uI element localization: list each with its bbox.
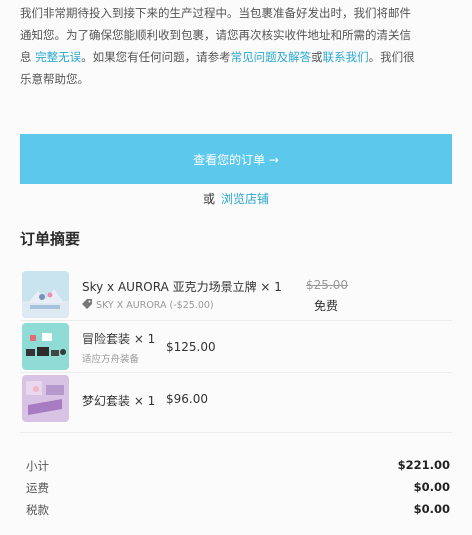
discount-code: SKY X AURORA (-$25.00) [96, 300, 214, 311]
subtotal-value: $221.00 [397, 458, 450, 472]
discount-tag: SKY X AURORA (-$25.00) [82, 299, 214, 311]
shipping-row: 运费 $0.00 [26, 480, 452, 500]
subtotal-row: 小计 $221.00 [26, 458, 452, 478]
intro-line: 通知您。为了确保您能顺利收到包裹，请您再次核实收件地址和所需的清关信 [20, 28, 411, 42]
faq-link[interactable]: 常见问题及解答 [231, 50, 312, 64]
order-item: 梦幻套装 × 1 $96.00 [20, 372, 452, 424]
item-name: 梦幻套装 × 1 [82, 394, 156, 408]
intro-text: 。我们很 [368, 50, 415, 64]
item-original-price: $25.00 [306, 278, 348, 292]
intro-text: 或 [311, 50, 323, 64]
item-price: 免费 [314, 299, 339, 313]
browse-store-link[interactable]: 浏览店铺 [221, 192, 269, 206]
tax-value: $0.00 [413, 502, 450, 516]
view-order-button[interactable]: 查看您的订单 → [20, 134, 452, 184]
item-name: Sky x AURORA 亚克力场景立牌 × 1 [82, 280, 282, 294]
intro-text: 息 [20, 50, 32, 64]
order-item: Sky x AURORA 亚克力场景立牌 × 1 $25.00 免费 SKY X… [20, 268, 452, 320]
intro-text: 。如果您有任何问题，请参考 [81, 50, 231, 64]
item-note: 适应方舟装备 [82, 354, 140, 365]
tax-row: 税款 $0.00 [26, 502, 452, 522]
order-confirmation-message: 我们非常期待投入到接下来的生产过程中。当包裹准备好发出时，我们将邮件 通知您。为… [20, 2, 456, 90]
subtotal-label: 小计 [26, 459, 49, 473]
address-complete-link[interactable]: 完整无误 [35, 50, 81, 64]
intro-line: 息 完整无误。如果您有任何问题，请参考常见问题及解答或联系我们。我们很 [20, 46, 456, 68]
product-thumbnail [22, 323, 69, 370]
intro-line: 乐意帮助您。 [20, 72, 89, 86]
item-name: 冒险套装 × 1 [82, 332, 156, 346]
intro-line: 我们非常期待投入到接下来的生产过程中。当包裹准备好发出时，我们将邮件 [20, 6, 411, 20]
item-price: $96.00 [166, 392, 208, 406]
or-text: 或 [202, 192, 215, 206]
shipping-value: $0.00 [413, 480, 450, 494]
browse-store-row: 或浏览店铺 [0, 190, 472, 207]
product-thumbnail [22, 271, 69, 318]
contact-us-link[interactable]: 联系我们 [323, 50, 369, 64]
order-summary-title: 订单摘要 [20, 230, 81, 248]
shipping-label: 运费 [26, 481, 49, 495]
tag-icon [82, 299, 92, 309]
product-thumbnail [22, 375, 69, 422]
item-price: $125.00 [166, 340, 216, 354]
order-item: 冒险套装 × 1 适应方舟装备 $125.00 [20, 320, 452, 372]
tax-label: 税款 [26, 503, 49, 517]
divider [20, 432, 452, 433]
